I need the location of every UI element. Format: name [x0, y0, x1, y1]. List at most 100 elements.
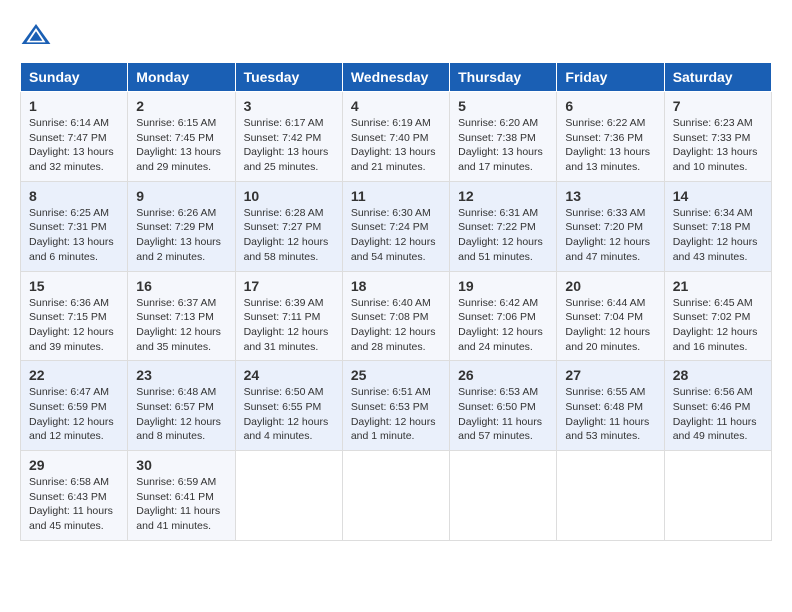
- calendar-cell: 11 Sunrise: 6:30 AMSunset: 7:24 PMDayligh…: [342, 181, 449, 271]
- day-number: 25: [351, 367, 441, 383]
- calendar-cell: 23 Sunrise: 6:48 AMSunset: 6:57 PMDayligh…: [128, 361, 235, 451]
- cell-sun-info: Sunrise: 6:36 AMSunset: 7:15 PMDaylight:…: [29, 296, 119, 355]
- day-number: 13: [565, 188, 655, 204]
- calendar-cell: 30 Sunrise: 6:59 AMSunset: 6:41 PMDayligh…: [128, 451, 235, 541]
- calendar-cell: [342, 451, 449, 541]
- calendar-cell: 8 Sunrise: 6:25 AMSunset: 7:31 PMDaylight…: [21, 181, 128, 271]
- calendar-week-row: 1 Sunrise: 6:14 AMSunset: 7:47 PMDaylight…: [21, 92, 772, 182]
- day-number: 23: [136, 367, 226, 383]
- cell-sun-info: Sunrise: 6:14 AMSunset: 7:47 PMDaylight:…: [29, 116, 119, 175]
- header-saturday: Saturday: [664, 63, 771, 92]
- cell-sun-info: Sunrise: 6:53 AMSunset: 6:50 PMDaylight:…: [458, 385, 548, 444]
- calendar-cell: 18 Sunrise: 6:40 AMSunset: 7:08 PMDayligh…: [342, 271, 449, 361]
- cell-sun-info: Sunrise: 6:58 AMSunset: 6:43 PMDaylight:…: [29, 475, 119, 534]
- day-number: 12: [458, 188, 548, 204]
- cell-sun-info: Sunrise: 6:56 AMSunset: 6:46 PMDaylight:…: [673, 385, 763, 444]
- day-number: 5: [458, 98, 548, 114]
- cell-sun-info: Sunrise: 6:17 AMSunset: 7:42 PMDaylight:…: [244, 116, 334, 175]
- calendar-cell: 24 Sunrise: 6:50 AMSunset: 6:55 PMDayligh…: [235, 361, 342, 451]
- logo-icon: [20, 20, 52, 52]
- day-number: 21: [673, 278, 763, 294]
- calendar-cell: 27 Sunrise: 6:55 AMSunset: 6:48 PMDayligh…: [557, 361, 664, 451]
- header-monday: Monday: [128, 63, 235, 92]
- calendar-cell: 20 Sunrise: 6:44 AMSunset: 7:04 PMDayligh…: [557, 271, 664, 361]
- cell-sun-info: Sunrise: 6:33 AMSunset: 7:20 PMDaylight:…: [565, 206, 655, 265]
- cell-sun-info: Sunrise: 6:22 AMSunset: 7:36 PMDaylight:…: [565, 116, 655, 175]
- cell-sun-info: Sunrise: 6:15 AMSunset: 7:45 PMDaylight:…: [136, 116, 226, 175]
- day-number: 6: [565, 98, 655, 114]
- calendar-cell: 2 Sunrise: 6:15 AMSunset: 7:45 PMDaylight…: [128, 92, 235, 182]
- day-number: 11: [351, 188, 441, 204]
- calendar-cell: 25 Sunrise: 6:51 AMSunset: 6:53 PMDayligh…: [342, 361, 449, 451]
- cell-sun-info: Sunrise: 6:42 AMSunset: 7:06 PMDaylight:…: [458, 296, 548, 355]
- cell-sun-info: Sunrise: 6:40 AMSunset: 7:08 PMDaylight:…: [351, 296, 441, 355]
- calendar-cell: 13 Sunrise: 6:33 AMSunset: 7:20 PMDayligh…: [557, 181, 664, 271]
- day-number: 2: [136, 98, 226, 114]
- cell-sun-info: Sunrise: 6:50 AMSunset: 6:55 PMDaylight:…: [244, 385, 334, 444]
- cell-sun-info: Sunrise: 6:48 AMSunset: 6:57 PMDaylight:…: [136, 385, 226, 444]
- day-number: 27: [565, 367, 655, 383]
- cell-sun-info: Sunrise: 6:59 AMSunset: 6:41 PMDaylight:…: [136, 475, 226, 534]
- cell-sun-info: Sunrise: 6:34 AMSunset: 7:18 PMDaylight:…: [673, 206, 763, 265]
- day-number: 18: [351, 278, 441, 294]
- day-number: 9: [136, 188, 226, 204]
- day-number: 20: [565, 278, 655, 294]
- cell-sun-info: Sunrise: 6:51 AMSunset: 6:53 PMDaylight:…: [351, 385, 441, 444]
- cell-sun-info: Sunrise: 6:47 AMSunset: 6:59 PMDaylight:…: [29, 385, 119, 444]
- day-number: 3: [244, 98, 334, 114]
- cell-sun-info: Sunrise: 6:31 AMSunset: 7:22 PMDaylight:…: [458, 206, 548, 265]
- day-number: 16: [136, 278, 226, 294]
- calendar-cell: 21 Sunrise: 6:45 AMSunset: 7:02 PMDayligh…: [664, 271, 771, 361]
- header-friday: Friday: [557, 63, 664, 92]
- calendar-cell: 15Sunrise: 6:36 AMSunset: 7:15 PMDayligh…: [21, 271, 128, 361]
- calendar-cell: 5Sunrise: 6:20 AMSunset: 7:38 PMDaylight…: [450, 92, 557, 182]
- cell-sun-info: Sunrise: 6:30 AMSunset: 7:24 PMDaylight:…: [351, 206, 441, 265]
- day-number: 30: [136, 457, 226, 473]
- header-sunday: Sunday: [21, 63, 128, 92]
- calendar-cell: 12 Sunrise: 6:31 AMSunset: 7:22 PMDayligh…: [450, 181, 557, 271]
- calendar-cell: 1 Sunrise: 6:14 AMSunset: 7:47 PMDaylight…: [21, 92, 128, 182]
- calendar-week-row: 29Sunrise: 6:58 AMSunset: 6:43 PMDayligh…: [21, 451, 772, 541]
- calendar-cell: 29Sunrise: 6:58 AMSunset: 6:43 PMDayligh…: [21, 451, 128, 541]
- calendar-cell: 3 Sunrise: 6:17 AMSunset: 7:42 PMDaylight…: [235, 92, 342, 182]
- day-number: 22: [29, 367, 119, 383]
- cell-sun-info: Sunrise: 6:23 AMSunset: 7:33 PMDaylight:…: [673, 116, 763, 175]
- calendar-cell: [557, 451, 664, 541]
- day-number: 4: [351, 98, 441, 114]
- calendar-cell: 10 Sunrise: 6:28 AMSunset: 7:27 PMDayligh…: [235, 181, 342, 271]
- calendar-cell: 22 Sunrise: 6:47 AMSunset: 6:59 PMDayligh…: [21, 361, 128, 451]
- calendar-cell: 14Sunrise: 6:34 AMSunset: 7:18 PMDayligh…: [664, 181, 771, 271]
- day-number: 7: [673, 98, 763, 114]
- calendar-table: SundayMondayTuesdayWednesdayThursdayFrid…: [20, 62, 772, 541]
- day-number: 17: [244, 278, 334, 294]
- cell-sun-info: Sunrise: 6:44 AMSunset: 7:04 PMDaylight:…: [565, 296, 655, 355]
- calendar-week-row: 15Sunrise: 6:36 AMSunset: 7:15 PMDayligh…: [21, 271, 772, 361]
- calendar-cell: 9 Sunrise: 6:26 AMSunset: 7:29 PMDaylight…: [128, 181, 235, 271]
- cell-sun-info: Sunrise: 6:25 AMSunset: 7:31 PMDaylight:…: [29, 206, 119, 265]
- calendar-week-row: 22 Sunrise: 6:47 AMSunset: 6:59 PMDayligh…: [21, 361, 772, 451]
- day-number: 19: [458, 278, 548, 294]
- calendar-week-row: 8 Sunrise: 6:25 AMSunset: 7:31 PMDaylight…: [21, 181, 772, 271]
- calendar-cell: 4Sunrise: 6:19 AMSunset: 7:40 PMDaylight…: [342, 92, 449, 182]
- calendar-cell: 19 Sunrise: 6:42 AMSunset: 7:06 PMDayligh…: [450, 271, 557, 361]
- header-tuesday: Tuesday: [235, 63, 342, 92]
- calendar-cell: [450, 451, 557, 541]
- cell-sun-info: Sunrise: 6:26 AMSunset: 7:29 PMDaylight:…: [136, 206, 226, 265]
- calendar-cell: 6 Sunrise: 6:22 AMSunset: 7:36 PMDaylight…: [557, 92, 664, 182]
- cell-sun-info: Sunrise: 6:28 AMSunset: 7:27 PMDaylight:…: [244, 206, 334, 265]
- day-number: 28: [673, 367, 763, 383]
- calendar-header-row: SundayMondayTuesdayWednesdayThursdayFrid…: [21, 63, 772, 92]
- header-wednesday: Wednesday: [342, 63, 449, 92]
- day-number: 8: [29, 188, 119, 204]
- day-number: 1: [29, 98, 119, 114]
- calendar-cell: 16 Sunrise: 6:37 AMSunset: 7:13 PMDayligh…: [128, 271, 235, 361]
- calendar-cell: 7 Sunrise: 6:23 AMSunset: 7:33 PMDaylight…: [664, 92, 771, 182]
- cell-sun-info: Sunrise: 6:55 AMSunset: 6:48 PMDaylight:…: [565, 385, 655, 444]
- calendar-cell: 28 Sunrise: 6:56 AMSunset: 6:46 PMDayligh…: [664, 361, 771, 451]
- cell-sun-info: Sunrise: 6:37 AMSunset: 7:13 PMDaylight:…: [136, 296, 226, 355]
- calendar-cell: 17Sunrise: 6:39 AMSunset: 7:11 PMDayligh…: [235, 271, 342, 361]
- cell-sun-info: Sunrise: 6:45 AMSunset: 7:02 PMDaylight:…: [673, 296, 763, 355]
- day-number: 10: [244, 188, 334, 204]
- day-number: 24: [244, 367, 334, 383]
- page-header: [20, 20, 772, 52]
